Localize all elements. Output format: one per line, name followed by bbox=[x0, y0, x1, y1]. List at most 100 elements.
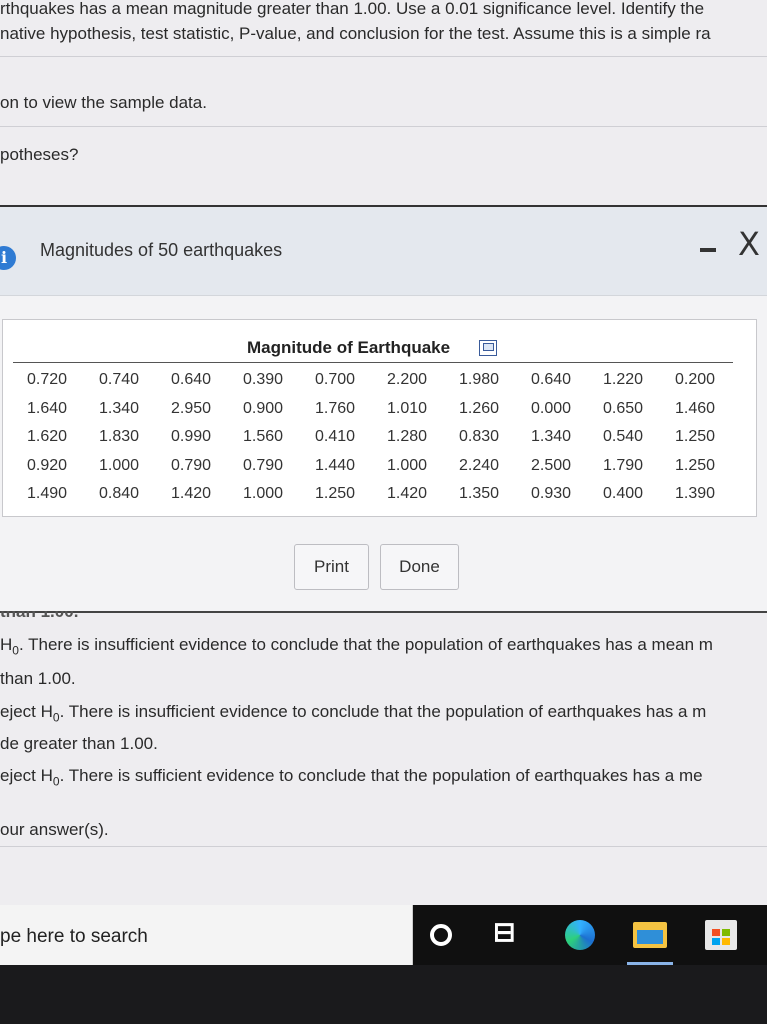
table-cell: 0.720 bbox=[27, 371, 68, 389]
dialog-header: i Magnitudes of 50 earthquakes X bbox=[0, 207, 767, 296]
table-cell: 0.790 bbox=[243, 456, 284, 474]
table-cell: 2.240 bbox=[459, 456, 500, 474]
table-row: 1.490 0.840 1.420 1.000 1.250 1.420 1.350 0.930… bbox=[15, 480, 735, 509]
print-button[interactable]: Print bbox=[294, 544, 369, 590]
option-2-prefix: eject H bbox=[0, 702, 53, 721]
answer-option-3[interactable]: eject H0. There is sufficient evidence t… bbox=[0, 766, 703, 788]
taskbar: pe here to search ⊟ bbox=[0, 905, 767, 965]
divider bbox=[0, 126, 767, 127]
table-cell: 1.340 bbox=[531, 428, 572, 446]
table-cell: 1.830 bbox=[99, 428, 140, 446]
table-cell: 1.220 bbox=[603, 371, 644, 389]
table-cell: 1.350 bbox=[459, 485, 500, 503]
table-cell: 1.000 bbox=[387, 456, 428, 474]
sample-data-link[interactable]: on to view the sample data. bbox=[0, 93, 207, 113]
table-cell: 1.390 bbox=[675, 485, 716, 503]
table-cell: 0.790 bbox=[171, 456, 212, 474]
table-cell: 0.840 bbox=[99, 485, 140, 503]
file-explorer-icon[interactable] bbox=[633, 922, 667, 948]
table-cell: 0.650 bbox=[603, 399, 644, 417]
cortana-icon[interactable] bbox=[430, 924, 452, 946]
table-cell: 0.640 bbox=[171, 371, 212, 389]
info-icon: i bbox=[0, 246, 16, 270]
table-header: Magnitude of Earthquake bbox=[247, 338, 451, 357]
store-icon[interactable] bbox=[705, 920, 737, 950]
minimize-icon[interactable] bbox=[700, 240, 718, 258]
table-cell: 2.500 bbox=[531, 456, 572, 474]
table-cell: 1.250 bbox=[315, 485, 356, 503]
table-cell: 0.410 bbox=[315, 428, 356, 446]
table-cell: 0.920 bbox=[27, 456, 68, 474]
option-1-text: . There is insufficient evidence to conc… bbox=[18, 635, 713, 654]
sample-data-dialog: i Magnitudes of 50 earthquakes X Magnitu… bbox=[0, 205, 767, 613]
option-1-sub: 0 bbox=[12, 643, 19, 658]
your-answer-text: our answer(s). bbox=[0, 820, 109, 839]
table-cell: 1.980 bbox=[459, 371, 500, 389]
table-cell: 1.620 bbox=[27, 428, 68, 446]
copy-icon[interactable] bbox=[479, 340, 497, 356]
hypotheses-prompt: potheses? bbox=[0, 145, 79, 164]
option-1-line2: than 1.00. bbox=[0, 669, 76, 688]
question-text-line1: rthquakes has a mean magnitude greater t… bbox=[0, 0, 705, 18]
table-cell: 0.200 bbox=[675, 371, 716, 389]
table-cell: 1.000 bbox=[99, 456, 140, 474]
table-cell: 0.740 bbox=[99, 371, 140, 389]
monitor-bezel bbox=[0, 965, 767, 1024]
table-cell: 1.000 bbox=[243, 485, 284, 503]
question-page: rthquakes has a mean magnitude greater t… bbox=[0, 0, 767, 905]
table-row: 1.640 1.340 2.950 0.900 1.760 1.010 1.260 0.000… bbox=[15, 395, 735, 424]
table-row: 0.920 1.000 0.790 0.790 1.440 1.000 2.240 2.500… bbox=[15, 452, 735, 481]
option-3-text: . There is sufficient evidence to conclu… bbox=[59, 766, 703, 785]
dialog-title: Magnitudes of 50 earthquakes bbox=[40, 240, 283, 260]
table-cell: 0.930 bbox=[531, 485, 572, 503]
answer-option-1[interactable]: H0. There is insufficient evidence to co… bbox=[0, 635, 713, 657]
table-cell: 0.400 bbox=[603, 485, 644, 503]
table-cell: 0.990 bbox=[171, 428, 212, 446]
divider bbox=[0, 56, 767, 57]
question-text-line2: native hypothesis, test statistic, P-val… bbox=[0, 24, 711, 43]
table-cell: 0.000 bbox=[531, 399, 572, 417]
table-cell: 0.900 bbox=[243, 399, 284, 417]
option-2-sub: 0 bbox=[52, 710, 60, 725]
table-cell: 1.790 bbox=[603, 456, 644, 474]
option-2-line2: de greater than 1.00. bbox=[0, 734, 158, 753]
close-icon[interactable]: X bbox=[738, 225, 760, 263]
search-placeholder: pe here to search bbox=[0, 926, 148, 947]
edge-icon[interactable] bbox=[565, 920, 595, 950]
table-cell: 1.460 bbox=[675, 399, 716, 417]
table-cell: 1.560 bbox=[243, 428, 284, 446]
option-3-sub: 0 bbox=[52, 774, 60, 789]
table-cell: 1.640 bbox=[27, 399, 68, 417]
table-cell: 1.340 bbox=[99, 399, 140, 417]
table-cell: 0.540 bbox=[603, 428, 644, 446]
table-cell: 0.700 bbox=[315, 371, 356, 389]
divider bbox=[0, 846, 767, 847]
table-cell: 0.390 bbox=[243, 371, 284, 389]
data-table-panel: Magnitude of Earthquake 0.720 0.740 0.640 0… bbox=[2, 319, 757, 517]
table-cell: 1.490 bbox=[27, 485, 68, 503]
table-cell: 1.280 bbox=[387, 428, 428, 446]
table-cell: 1.260 bbox=[459, 399, 500, 417]
table-row: 1.620 1.830 0.990 1.560 0.410 1.280 0.830 1.340… bbox=[15, 423, 735, 452]
answer-option-2[interactable]: eject H0. There is insufficient evidence… bbox=[0, 702, 706, 724]
table-rule bbox=[13, 362, 733, 363]
table-cell: 1.420 bbox=[171, 485, 212, 503]
table-cell: 2.200 bbox=[387, 371, 428, 389]
option-2-text: . There is insufficient evidence to conc… bbox=[59, 702, 707, 721]
table-row: 0.720 0.740 0.640 0.390 0.700 2.200 1.980 0.640… bbox=[15, 366, 735, 395]
table-cell: 2.950 bbox=[171, 399, 212, 417]
table-cell: 1.440 bbox=[315, 456, 356, 474]
table-cell: 1.250 bbox=[675, 428, 716, 446]
option-1-prefix: H bbox=[0, 635, 13, 654]
table-cell: 1.250 bbox=[675, 456, 716, 474]
table-cell: 0.640 bbox=[531, 371, 572, 389]
table-cell: 1.760 bbox=[315, 399, 356, 417]
obscured-text: than 1.00. bbox=[0, 611, 79, 621]
option-3-prefix: eject H bbox=[0, 766, 53, 785]
taskbar-search[interactable]: pe here to search bbox=[0, 905, 413, 965]
done-button[interactable]: Done bbox=[380, 544, 459, 590]
task-view-icon[interactable]: ⊟ bbox=[493, 917, 516, 948]
data-table: 0.720 0.740 0.640 0.390 0.700 2.200 1.980 0.640… bbox=[15, 366, 735, 509]
table-cell: 0.830 bbox=[459, 428, 500, 446]
table-cell: 1.010 bbox=[387, 399, 428, 417]
